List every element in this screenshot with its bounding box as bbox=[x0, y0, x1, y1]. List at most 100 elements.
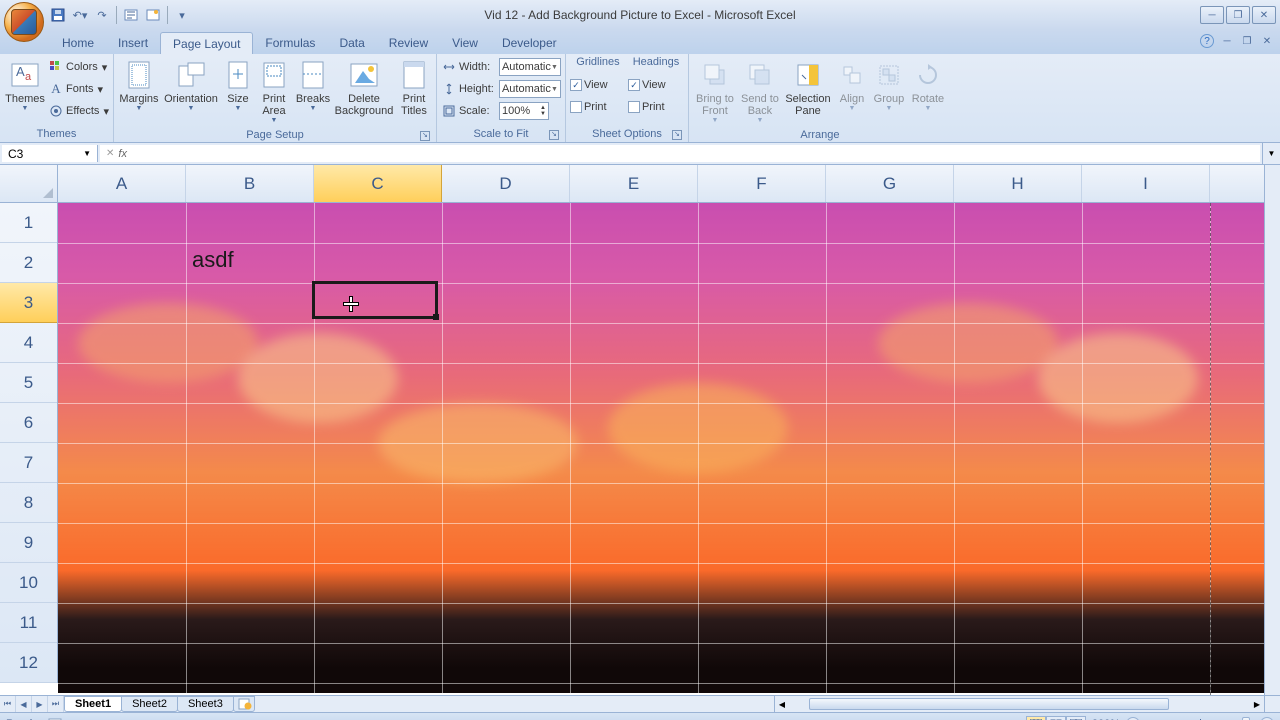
bring-front-icon bbox=[699, 59, 731, 91]
vertical-scrollbar[interactable] bbox=[1264, 165, 1280, 695]
page-layout-view-button[interactable] bbox=[1046, 716, 1066, 720]
restore-window-button[interactable]: ❐ bbox=[1240, 34, 1254, 48]
headings-view-checkbox[interactable]: ✓ View bbox=[628, 74, 684, 96]
close-workbook-button[interactable]: ✕ bbox=[1260, 34, 1274, 48]
rotate-button[interactable]: Rotate▼ bbox=[909, 56, 947, 116]
minimize-button[interactable]: ─ bbox=[1200, 6, 1224, 24]
close-button[interactable]: ✕ bbox=[1252, 6, 1276, 24]
row-header[interactable]: 7 bbox=[0, 443, 57, 483]
sheet-options-dialog-icon[interactable]: ↘ bbox=[672, 130, 682, 140]
cancel-formula-icon[interactable]: ✕ bbox=[106, 148, 114, 159]
row-header[interactable]: 5 bbox=[0, 363, 57, 403]
margins-button[interactable]: Margins▼ bbox=[118, 56, 160, 116]
sheet-tab[interactable]: Sheet3 bbox=[177, 696, 234, 712]
minimize-ribbon-button[interactable]: ─ bbox=[1220, 34, 1234, 48]
tab-page-layout[interactable]: Page Layout bbox=[160, 32, 253, 54]
undo-icon[interactable]: ↶▾ bbox=[72, 7, 88, 23]
normal-view-button[interactable] bbox=[1026, 716, 1046, 720]
column-header[interactable]: F bbox=[698, 165, 826, 202]
maximize-button[interactable]: ❐ bbox=[1226, 6, 1250, 24]
orientation-button[interactable]: Orientation▼ bbox=[162, 56, 220, 116]
row-header[interactable]: 3 bbox=[0, 283, 57, 323]
column-header[interactable]: I bbox=[1082, 165, 1210, 202]
effects-button[interactable]: Effects ▾ bbox=[48, 100, 109, 122]
row-headers[interactable]: 123456789101112 bbox=[0, 203, 58, 683]
group-button[interactable]: Group▼ bbox=[871, 56, 907, 116]
row-header[interactable]: 6 bbox=[0, 403, 57, 443]
row-header[interactable]: 9 bbox=[0, 523, 57, 563]
column-header[interactable]: H bbox=[954, 165, 1082, 202]
next-sheet-button[interactable]: ▶ bbox=[32, 696, 48, 712]
tab-data[interactable]: Data bbox=[327, 32, 376, 54]
breaks-button[interactable]: Breaks▼ bbox=[294, 56, 332, 116]
sheet-tab[interactable]: Sheet2 bbox=[121, 696, 178, 712]
height-combo[interactable]: Automatic▼ bbox=[499, 80, 561, 98]
themes-button[interactable]: Aa Themes▼ bbox=[4, 56, 46, 116]
row-header[interactable]: 2 bbox=[0, 243, 57, 283]
column-header[interactable]: B bbox=[186, 165, 314, 202]
office-button[interactable] bbox=[4, 2, 44, 42]
selection-pane-button[interactable]: Selection Pane bbox=[783, 56, 833, 120]
horizontal-scrollbar[interactable]: ◀▶ bbox=[774, 696, 1264, 712]
scale-dialog-icon[interactable]: ↘ bbox=[549, 130, 559, 140]
scale-spinner[interactable]: 100%▲▼ bbox=[499, 102, 549, 120]
last-sheet-button[interactable]: ⏭ bbox=[48, 696, 64, 712]
new-sheet-button[interactable] bbox=[233, 696, 255, 712]
prev-sheet-button[interactable]: ◀ bbox=[16, 696, 32, 712]
worksheet-grid[interactable]: ABCDEFGHI 123456789101112 asdf bbox=[0, 165, 1280, 695]
bring-to-front-button[interactable]: Bring to Front▼ bbox=[693, 56, 737, 128]
cells-area[interactable]: asdf bbox=[58, 203, 1264, 695]
column-header[interactable]: D bbox=[442, 165, 570, 202]
print-titles-button[interactable]: Print Titles bbox=[396, 56, 432, 120]
width-combo[interactable]: Automatic▼ bbox=[499, 58, 561, 76]
row-header[interactable]: 12 bbox=[0, 643, 57, 683]
redo-icon[interactable]: ↷ bbox=[94, 7, 110, 23]
column-header[interactable]: A bbox=[58, 165, 186, 202]
save-icon[interactable] bbox=[50, 7, 66, 23]
size-button[interactable]: Size▼ bbox=[222, 56, 254, 116]
macro-record-icon[interactable] bbox=[48, 717, 62, 720]
first-sheet-button[interactable]: ⏮ bbox=[0, 696, 16, 712]
row-header[interactable]: 1 bbox=[0, 203, 57, 243]
row-header[interactable]: 8 bbox=[0, 483, 57, 523]
row-header[interactable]: 10 bbox=[0, 563, 57, 603]
zoom-in-button[interactable]: + bbox=[1260, 717, 1274, 720]
tab-view[interactable]: View bbox=[440, 32, 490, 54]
delete-background-button[interactable]: Delete Background bbox=[334, 56, 394, 120]
orientation-icon bbox=[175, 59, 207, 91]
sheet-tab[interactable]: Sheet1 bbox=[64, 696, 122, 712]
tab-home[interactable]: Home bbox=[50, 32, 106, 54]
print-area-button[interactable]: Print Area▼ bbox=[256, 56, 292, 128]
send-to-back-button[interactable]: Send to Back▼ bbox=[739, 56, 781, 128]
fx-icon[interactable]: fx bbox=[118, 148, 127, 160]
gridlines-view-checkbox[interactable]: ✓ View bbox=[570, 74, 626, 96]
active-cell[interactable] bbox=[312, 281, 438, 319]
name-box[interactable]: C3▼ bbox=[2, 145, 98, 162]
qat-customize-icon[interactable]: ▾ bbox=[174, 7, 190, 23]
fonts-button[interactable]: AFonts ▾ bbox=[48, 78, 109, 100]
tab-formulas[interactable]: Formulas bbox=[253, 32, 327, 54]
align-button[interactable]: Align▼ bbox=[835, 56, 869, 116]
row-header[interactable]: 4 bbox=[0, 323, 57, 363]
qat-custom1-icon[interactable] bbox=[123, 7, 139, 23]
column-headers[interactable]: ABCDEFGHI bbox=[58, 165, 1264, 203]
column-header[interactable]: C bbox=[314, 165, 442, 202]
zoom-out-button[interactable]: − bbox=[1126, 717, 1140, 720]
row-header[interactable]: 11 bbox=[0, 603, 57, 643]
column-header[interactable]: G bbox=[826, 165, 954, 202]
help-icon[interactable]: ? bbox=[1200, 34, 1214, 48]
tab-review[interactable]: Review bbox=[377, 32, 440, 54]
colors-button[interactable]: Colors ▾ bbox=[48, 56, 109, 78]
qat-custom2-icon[interactable] bbox=[145, 7, 161, 23]
gridlines-print-checkbox[interactable]: Print bbox=[570, 96, 626, 118]
tab-developer[interactable]: Developer bbox=[490, 32, 569, 54]
page-break-view-button[interactable] bbox=[1066, 716, 1086, 720]
headings-print-checkbox[interactable]: Print bbox=[628, 96, 684, 118]
select-all-button[interactable] bbox=[0, 165, 58, 203]
cell-B2[interactable]: asdf bbox=[186, 243, 314, 283]
tab-insert[interactable]: Insert bbox=[106, 32, 160, 54]
page-setup-dialog-icon[interactable]: ↘ bbox=[420, 131, 430, 141]
column-header[interactable]: E bbox=[570, 165, 698, 202]
qat-separator bbox=[167, 6, 168, 24]
expand-formula-bar-button[interactable]: ▼ bbox=[1262, 143, 1280, 164]
